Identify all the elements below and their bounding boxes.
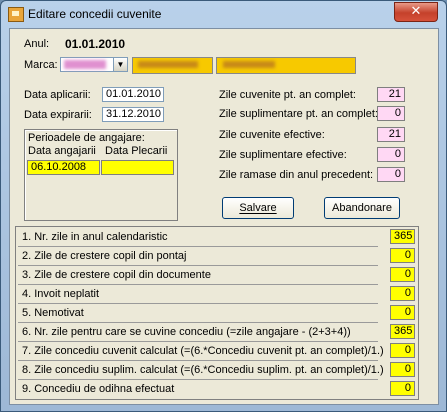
summary-value-5[interactable]: 0 [377, 167, 405, 182]
perioada-start-input[interactable]: 06.10.2008 [27, 160, 100, 175]
save-button[interactable]: Salvare [222, 197, 294, 219]
close-button[interactable]: ✕ [394, 2, 438, 22]
calc-row-value-3[interactable]: 0 [390, 267, 415, 282]
summary-label-4: Zile suplimentare efective: [219, 149, 347, 161]
data-expirarii-label: Data expirarii: [24, 109, 92, 121]
calculation-panel: 1. Nr. zile in anul calendaristic 365 2.… [15, 226, 419, 400]
perioade-box: Perioadele de angajare: Data angajarii D… [24, 129, 178, 221]
summary-value-3[interactable]: 21 [377, 127, 405, 142]
perioade-title: Perioadele de angajare: [28, 132, 145, 144]
row-divider [18, 341, 378, 342]
window-title: Editare concedii cuvenite [28, 7, 162, 21]
save-button-label: Salvare [239, 202, 277, 214]
calc-row-label-6: 6. Nr. zile pentru care se cuvine conced… [22, 326, 351, 338]
app-icon [8, 7, 24, 22]
row-divider [18, 360, 378, 361]
marca-label: Marca: [24, 59, 58, 71]
summary-label-2: Zile suplimentare pt. an complet: [219, 108, 378, 120]
cancel-button-label: Abandonare [332, 202, 392, 214]
dialog-window: Editare concedii cuvenite ✕ Anul: 01.01.… [0, 0, 447, 412]
calc-row-value-8[interactable]: 0 [390, 362, 415, 377]
row-divider [18, 379, 378, 380]
calc-row-label-3: 3. Zile de crestere copil din documente [22, 269, 211, 281]
calc-row-value-2[interactable]: 0 [390, 248, 415, 263]
calc-row-label-2: 2. Zile de crestere copil din pontaj [22, 250, 187, 262]
perioade-col-angajarii: Data angajarii [28, 145, 96, 157]
data-aplicarii-label: Data aplicarii: [24, 89, 91, 101]
row-divider [18, 322, 378, 323]
summary-label-1: Zile cuvenite pt. an complet: [219, 89, 356, 101]
calc-row-label-9: 9. Concediu de odihna efectuat [22, 383, 175, 395]
calc-row-label-4: 4. Invoit neplatit [22, 288, 100, 300]
calc-row-value-1[interactable]: 365 [390, 229, 415, 244]
summary-value-1[interactable]: 21 [377, 87, 405, 102]
chevron-down-icon[interactable]: ▼ [113, 58, 127, 71]
summary-value-2[interactable]: 0 [377, 106, 405, 121]
marca-select[interactable]: ▼ [60, 57, 128, 72]
calc-row-value-7[interactable]: 0 [390, 343, 415, 358]
data-expirarii-input[interactable]: 31.12.2010 [102, 107, 164, 122]
employee-code-field [132, 57, 213, 74]
cancel-button[interactable]: Abandonare [324, 197, 400, 219]
row-divider [18, 265, 378, 266]
row-divider [18, 284, 378, 285]
calc-row-value-5[interactable]: 0 [390, 305, 415, 320]
calc-row-value-4[interactable]: 0 [390, 286, 415, 301]
perioade-col-plecarii: Data Plecarii [105, 145, 168, 157]
calc-row-label-5: 5. Nemotivat [22, 307, 84, 319]
employee-name-field [216, 57, 356, 74]
row-divider [18, 246, 378, 247]
calc-row-label-8: 8. Zile concediu suplim. calculat (=(6.*… [22, 364, 384, 376]
summary-label-3: Zile cuvenite efective: [219, 129, 325, 141]
data-aplicarii-input[interactable]: 01.01.2010 [102, 87, 164, 102]
summary-label-5: Zile ramase din anul precedent: [219, 169, 374, 181]
perioada-end-input[interactable] [101, 160, 174, 175]
summary-value-4[interactable]: 0 [377, 147, 405, 162]
marca-redacted [64, 60, 106, 69]
dialog-client: Anul: 01.01.2010 Marca: ▼ Data aplicarii… [9, 28, 439, 405]
calc-row-value-9[interactable]: 0 [390, 381, 415, 396]
calc-row-value-6[interactable]: 365 [390, 324, 415, 339]
title-bar[interactable]: Editare concedii cuvenite ✕ [1, 1, 446, 27]
anul-label: Anul: [24, 38, 50, 50]
calc-row-label-7: 7. Zile concediu cuvenit calculat (=(6.*… [22, 345, 384, 357]
anul-value: 01.01.2010 [65, 37, 126, 51]
row-divider [18, 303, 378, 304]
calc-row-label-1: 1. Nr. zile in anul calendaristic [22, 231, 168, 243]
